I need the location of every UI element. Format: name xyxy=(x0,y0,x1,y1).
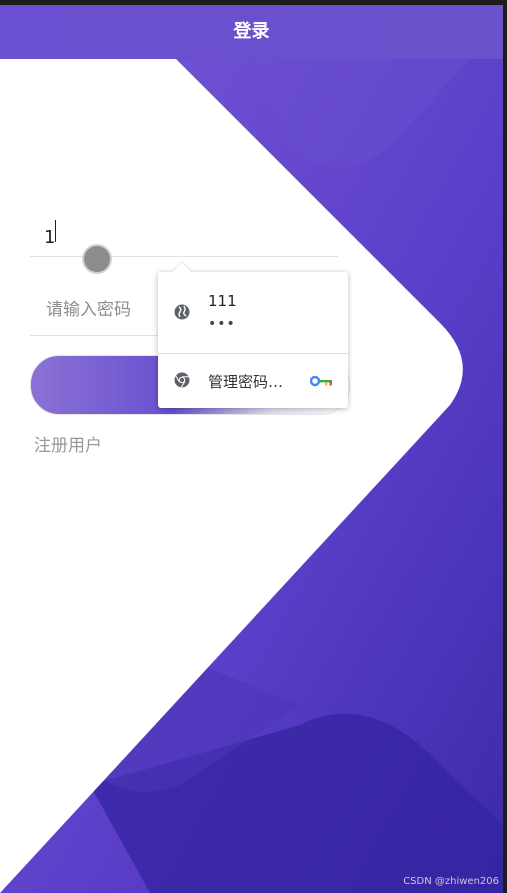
manage-passwords-label: 管理密码… xyxy=(208,373,284,391)
saved-username: 111 xyxy=(208,292,237,310)
app-window: 登录 注册用户 111 ••• xyxy=(0,5,503,893)
register-link[interactable]: 注册用户 xyxy=(34,431,102,456)
manage-passwords-option[interactable]: 管理密码… xyxy=(158,354,348,408)
username-input[interactable] xyxy=(30,219,352,255)
password-autofill-popup: 111 ••• 管理密码… xyxy=(158,262,348,408)
login-form: 注册用户 111 ••• 管理密码… xyxy=(0,59,503,893)
key-icon xyxy=(310,375,332,387)
globe-icon xyxy=(174,304,190,320)
chrome-icon xyxy=(174,372,190,388)
text-cursor xyxy=(55,220,56,242)
saved-password-option[interactable]: 111 ••• xyxy=(158,272,348,352)
drag-handle[interactable] xyxy=(84,246,110,272)
saved-password-mask: ••• xyxy=(208,316,236,332)
page-header: 登录 xyxy=(0,5,503,59)
watermark: CSDN @zhiwen206 xyxy=(403,876,499,887)
page-title: 登录 xyxy=(233,21,270,42)
username-underline xyxy=(30,256,338,257)
